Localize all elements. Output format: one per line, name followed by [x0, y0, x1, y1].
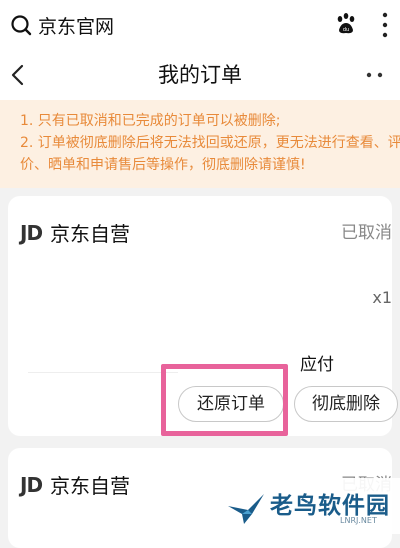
- shop-header: JD 京东自营: [20, 218, 130, 247]
- shop-name: 京东自营: [50, 222, 131, 246]
- page-title: 我的订单: [158, 63, 242, 87]
- bird-logo-icon: [228, 494, 264, 524]
- site-watermark: 老鸟软件园 LNRJ.NET: [200, 478, 400, 534]
- watermark-subtitle: LNRJ.NET: [340, 516, 377, 525]
- delete-notice-banner: 1. 只有已取消和已完成的订单可以被删除; 2. 订单被彻底删除后将无法找回或还…: [0, 100, 400, 188]
- svg-text:du: du: [343, 27, 349, 33]
- restore-order-button[interactable]: 还原订单: [178, 386, 284, 422]
- order-status: 已取消: [341, 223, 392, 243]
- more-horizontal-icon[interactable]: [366, 72, 386, 78]
- more-vertical-icon[interactable]: [382, 10, 388, 40]
- jd-logo: JD: [20, 220, 43, 245]
- permanent-delete-button[interactable]: 彻底删除: [294, 386, 398, 422]
- notice-line: 1. 只有已取消和已完成的订单可以被删除;: [20, 113, 281, 129]
- notice-line: 价、晒单和申请售后等操作，彻底删除请谨慎!: [20, 157, 306, 173]
- shop-name: 京东自营: [50, 474, 131, 498]
- amount-payable-label: 应付: [300, 355, 334, 375]
- divider: [28, 372, 178, 373]
- jd-logo: JD: [20, 472, 43, 497]
- search-query-text: 京东官网: [38, 15, 115, 38]
- page-header: 我的订单: [0, 50, 400, 100]
- baidu-paw-icon[interactable]: du: [334, 12, 358, 36]
- search-icon: [11, 15, 32, 36]
- shop-header: JD 京东自营: [20, 470, 130, 499]
- order-card[interactable]: JD 京东自营 已取消 x1 应付 还原订单 彻底删除: [8, 196, 398, 436]
- item-quantity: x1: [372, 288, 392, 307]
- notice-line: 2. 订单被彻底删除后将无法找回或还原，更无法进行查看、评: [20, 135, 400, 151]
- watermark-title: 老鸟软件园: [270, 493, 390, 519]
- browser-search-bar[interactable]: 京东官网 du: [0, 0, 400, 50]
